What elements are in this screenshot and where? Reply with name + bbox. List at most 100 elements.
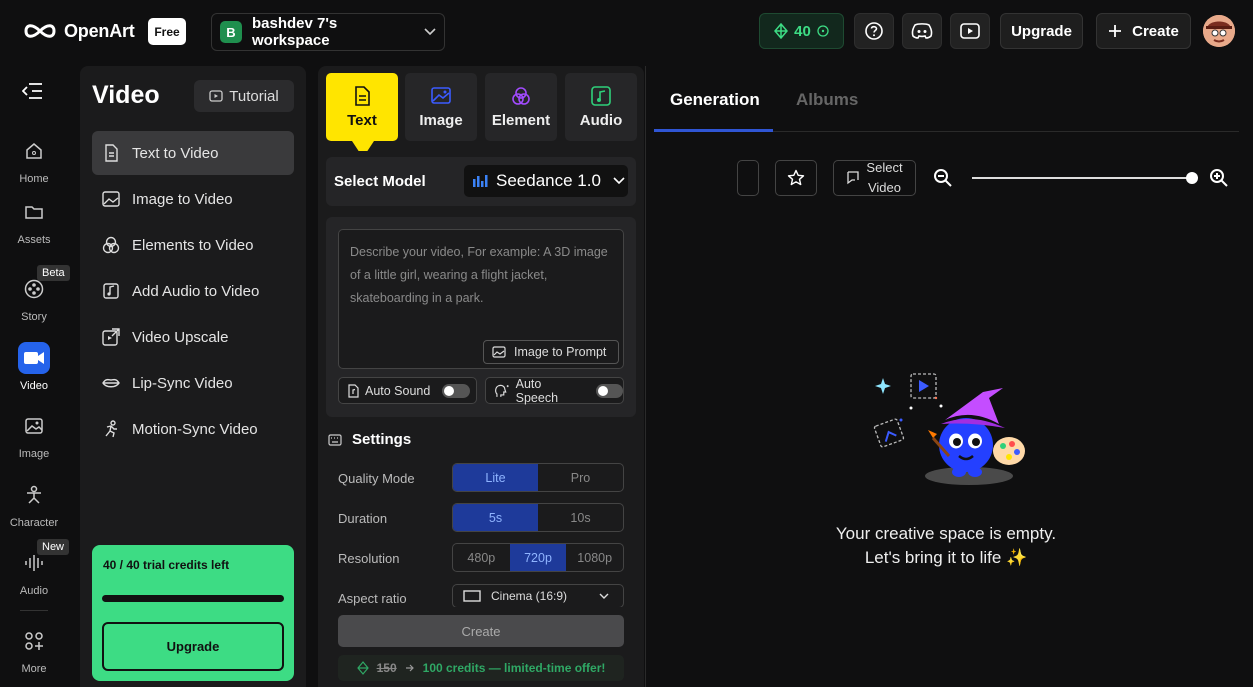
rail-item-character[interactable]: Character [0, 479, 68, 529]
zoom-slider-track[interactable] [972, 177, 1192, 179]
upscale-icon [102, 328, 120, 346]
home-icon [18, 135, 50, 167]
video-camera-icon [18, 342, 50, 374]
upgrade-button[interactable]: Upgrade [1000, 13, 1083, 49]
auto-speech-switch[interactable] [595, 383, 623, 398]
quality-option-lite[interactable]: Lite [453, 464, 538, 491]
info-circle-icon [817, 25, 829, 37]
empty-state-message: Your creative space is empty. Let's brin… [796, 522, 1096, 570]
rail-item-story[interactable]: Story [0, 273, 68, 323]
zoom-in-icon [1210, 169, 1228, 187]
rail-item-more[interactable]: More [0, 625, 68, 675]
auto-sound-switch[interactable] [442, 383, 471, 398]
image-icon [492, 346, 506, 358]
menu-item-video-upscale[interactable]: Video Upscale [92, 315, 294, 359]
rail-label: Assets [17, 234, 51, 246]
resolution-option-1080p[interactable]: 1080p [566, 544, 623, 571]
auto-speech-toggle[interactable]: Auto Speech [485, 376, 624, 405]
play-screen-icon [960, 23, 980, 39]
tab-label: Text [347, 111, 377, 129]
select-video-button[interactable]: Select Video [833, 160, 916, 196]
credits-pill[interactable]: 40 [759, 13, 844, 49]
image-icon [431, 86, 451, 104]
aspect-ratio-select[interactable]: Cinema (16:9) [452, 584, 624, 608]
trial-progress-bar [102, 595, 284, 602]
zoom-slider-knob[interactable] [1186, 172, 1198, 184]
video-tutorial-button[interactable] [950, 13, 990, 49]
tab-element[interactable]: Element [485, 73, 557, 141]
filter-box[interactable] [737, 160, 759, 196]
tab-image[interactable]: Image [405, 73, 477, 141]
create-button[interactable]: Create [1096, 13, 1191, 49]
empty-state-line1: Your creative space is empty. [835, 524, 1057, 543]
quality-option-pro[interactable]: Pro [538, 464, 623, 491]
trial-upgrade-button[interactable]: Upgrade [102, 622, 284, 671]
rail-label: Home [19, 173, 49, 185]
zoom-out-button[interactable] [933, 168, 953, 188]
help-icon [865, 22, 883, 40]
auto-sound-toggle[interactable]: Auto Sound [338, 377, 477, 404]
audio-wave-icon [18, 547, 50, 579]
settings-header: Settings [328, 431, 411, 448]
image-to-prompt-label: Image to Prompt [514, 345, 607, 359]
generate-create-button[interactable]: Create [338, 615, 624, 647]
tab-text[interactable]: Text [326, 73, 398, 141]
menu-item-text-to-video[interactable]: Text to Video [92, 131, 294, 175]
menu-item-label: Video Upscale [132, 328, 229, 346]
menu-item-motion-sync[interactable]: Motion-Sync Video [92, 407, 294, 451]
tab-albums[interactable]: Albums [796, 90, 858, 110]
menu-item-label: Add Audio to Video [132, 282, 260, 300]
logo[interactable]: OpenArt [24, 20, 135, 42]
user-avatar[interactable] [1203, 15, 1235, 47]
quality-label: Quality Mode [338, 471, 415, 486]
rail-item-video[interactable]: Video [0, 342, 68, 392]
resolution-label: Resolution [338, 551, 400, 566]
create-button-label: Create [1132, 22, 1179, 40]
menu-item-image-to-video[interactable]: Image to Video [92, 177, 294, 221]
image-to-prompt-button[interactable]: Image to Prompt [483, 340, 619, 364]
chevron-down-icon [424, 28, 436, 36]
duration-option-5s[interactable]: 5s [453, 504, 538, 531]
menu-item-elements-to-video[interactable]: Elements to Video [92, 223, 294, 267]
rail-divider [20, 610, 48, 611]
rail-label: Image [18, 448, 50, 460]
rail-item-audio[interactable]: Audio [0, 547, 68, 597]
resolution-option-480p[interactable]: 480p [453, 544, 510, 571]
left-rail: Home Assets Beta Story Video Image Chara… [0, 64, 70, 687]
top-bar: OpenArt Free B bashdev 7's workspace 40 … [0, 0, 1253, 64]
select-video-line2: Video [867, 180, 901, 195]
duration-label: Duration [338, 511, 388, 526]
favorites-button[interactable] [775, 160, 817, 196]
folder-icon [18, 196, 50, 228]
gem-icon [774, 23, 789, 39]
menu-item-label: Elements to Video [132, 236, 254, 254]
select-icon [847, 171, 860, 185]
workspace-selector[interactable]: B bashdev 7's workspace [211, 13, 445, 51]
menu-item-lip-sync[interactable]: Lip-Sync Video [92, 361, 294, 405]
rail-item-assets[interactable]: Assets [0, 196, 68, 246]
menu-item-label: Lip-Sync Video [132, 374, 233, 392]
menu-item-add-audio[interactable]: Add Audio to Video [92, 269, 294, 313]
model-select[interactable]: Seedance 1.0 [464, 165, 628, 197]
openart-logo-icon [24, 24, 56, 38]
arrow-right-icon [405, 664, 414, 672]
auto-sound-label: Auto Sound [365, 383, 431, 398]
credit-offer-banner: 150 100 credits — limited-time offer! [338, 655, 624, 681]
zoom-in-button[interactable] [1209, 168, 1229, 188]
workspace-avatar: B [220, 21, 242, 43]
tab-generation[interactable]: Generation [670, 90, 760, 110]
menu-item-label: Motion-Sync Video [132, 420, 258, 438]
gem-icon [356, 661, 369, 675]
help-button[interactable] [854, 13, 894, 49]
model-value: Seedance 1.0 [496, 171, 601, 190]
quality-segmented: Lite Pro [452, 463, 624, 492]
discord-button[interactable] [902, 13, 942, 49]
resolution-option-720p[interactable]: 720p [509, 544, 567, 571]
rail-item-image[interactable]: Image [0, 410, 68, 460]
collapse-menu-button[interactable] [22, 82, 44, 100]
auto-speech-label: Auto Speech [515, 376, 559, 405]
duration-option-10s[interactable]: 10s [538, 504, 623, 531]
tutorial-button[interactable]: Tutorial [194, 80, 294, 112]
rail-item-home[interactable]: Home [0, 135, 68, 185]
tab-audio[interactable]: Audio [565, 73, 637, 141]
